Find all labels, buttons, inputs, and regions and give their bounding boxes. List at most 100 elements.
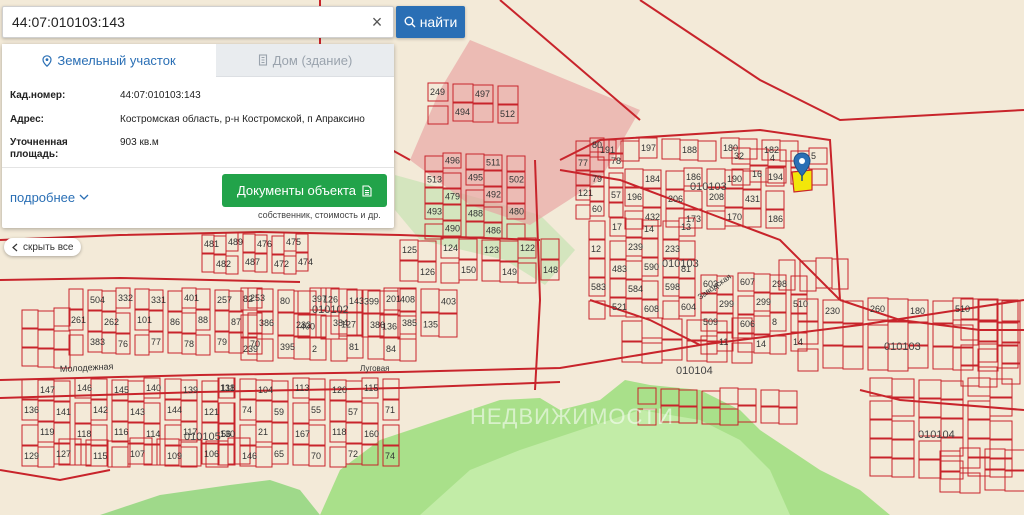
parcel-number: 107: [130, 449, 145, 459]
parcel-number: 14: [793, 337, 803, 347]
parcel-number: 408: [400, 295, 415, 305]
parcel-number: 143: [349, 296, 364, 306]
parcel-number: 239: [243, 344, 258, 354]
block-label-010103: 010103: [690, 181, 727, 193]
parcel-number: 126: [323, 295, 338, 305]
parcel-number: 149: [502, 267, 517, 277]
block-label-010105: 010105: [184, 431, 221, 443]
parcel-number: 476: [257, 239, 272, 249]
parcel-number: 121: [578, 188, 593, 198]
parcel-number: 494: [455, 107, 470, 117]
parcel-number: 114: [146, 429, 160, 439]
parcel-number: 194: [768, 172, 783, 182]
parcel-number: 32: [734, 151, 744, 161]
documents-button-label: Документы объекта: [236, 183, 357, 198]
parcel-number: 80: [280, 296, 290, 306]
parcel-number: 16: [752, 169, 762, 179]
parcel-number: 590: [644, 262, 659, 272]
parcel-number: 77: [151, 337, 161, 347]
more-details-link[interactable]: подробнее: [10, 190, 89, 205]
parcel-number: 400: [300, 322, 315, 332]
parcel-number: 489: [228, 237, 243, 247]
block-label-010102: 010102: [312, 304, 349, 316]
parcel-number: 188: [682, 145, 697, 155]
parcel-number: 521: [612, 302, 627, 312]
detail-value: 903 кв.м: [120, 137, 159, 148]
parcel-number: 11: [719, 337, 728, 347]
parcel-number: 604: [681, 302, 696, 312]
parcel-number: 608: [644, 304, 659, 314]
parcel-number: 386: [259, 318, 274, 328]
parcel-number: 104: [258, 385, 273, 395]
parcel-number: 79: [217, 337, 227, 347]
parcel-number: 118: [77, 429, 91, 439]
tab-building[interactable]: Дом (здание): [216, 44, 394, 77]
parcel-number: 230: [825, 306, 840, 316]
parcel-number: 399: [364, 297, 379, 307]
documents-subtitle: собственник, стоимость и др.: [258, 210, 381, 220]
tab-land-plot[interactable]: Земельный участок: [2, 44, 216, 77]
chevron-down-icon: [79, 194, 89, 200]
parcel-number: 401: [184, 293, 199, 303]
parcel-number: 260: [870, 304, 885, 314]
parcel-number: 160: [364, 429, 379, 439]
parcel-number: 197: [641, 143, 656, 153]
parcel-number: 257: [217, 295, 232, 305]
detail-label: Адрес:: [10, 114, 44, 125]
map-pin-icon[interactable]: [792, 152, 812, 182]
parcel-number: 65: [274, 449, 284, 459]
parcel-number: 78: [611, 156, 621, 166]
detail-value: Костромская область, р-н Костромской, п …: [120, 114, 365, 125]
parcel-number: 60: [592, 204, 602, 214]
documents-button[interactable]: Документы объекта: [222, 174, 387, 207]
parcel-number: 432: [645, 212, 660, 222]
parcel-number: 150: [461, 265, 476, 275]
parcel-number: 74: [242, 405, 252, 415]
parcel-number: 513: [427, 175, 442, 185]
parcel-number: 486: [486, 226, 501, 236]
parcel-number: 184: [645, 174, 660, 184]
search-button-label: найти: [419, 14, 458, 30]
parcel-number: 129: [24, 451, 39, 461]
parcel-number: 233: [665, 244, 680, 254]
parcel-number: 480: [509, 207, 524, 217]
parcel-number: 144: [167, 405, 182, 415]
parcel-number: 140: [146, 383, 161, 393]
search-input[interactable]: [3, 7, 363, 37]
parcel-number: 483: [612, 264, 627, 274]
document-icon: [362, 184, 372, 197]
parcel-number: 606: [740, 319, 755, 329]
parcel-number: 383: [90, 337, 105, 347]
parcel-number: 147: [40, 385, 55, 395]
block-label-010104: 010104: [918, 429, 955, 441]
parcel-number: 81: [349, 342, 359, 352]
map-marker-icon: [42, 54, 52, 67]
parcel-number: 510: [955, 304, 970, 314]
parcel-number: 504: [90, 295, 105, 305]
parcel-number: 143: [130, 407, 145, 417]
parcel-number: 126: [420, 267, 435, 277]
parcel-number: 474: [298, 257, 313, 267]
parcel-number: 13: [681, 222, 691, 232]
parcel-number: 191: [600, 145, 615, 155]
parcel-number: 76: [118, 339, 128, 349]
search-icon: [404, 16, 416, 28]
parcel-number: 475: [286, 237, 301, 247]
detail-label: Кад.номер:: [10, 90, 66, 101]
clear-search-button[interactable]: ×: [367, 12, 387, 32]
parcel-number: 121: [204, 407, 219, 417]
parcel-number: 142: [93, 405, 108, 415]
parcel-number: 331: [151, 295, 166, 305]
parcel-number: 298: [772, 279, 787, 289]
parcel-number: 487: [245, 257, 260, 267]
parcel-number: 122: [520, 243, 535, 253]
parcel-number: 72: [348, 449, 358, 459]
parcel-number: 17: [612, 222, 622, 232]
parcel-number: 56: [221, 429, 231, 439]
hide-all-button[interactable]: скрыть все: [4, 238, 82, 256]
parcel-number: 125: [402, 245, 417, 255]
tab-label: Дом (здание): [272, 52, 353, 68]
parcel-number: 496: [445, 156, 460, 166]
search-button[interactable]: найти: [396, 6, 465, 38]
parcel-number: 186: [768, 214, 783, 224]
